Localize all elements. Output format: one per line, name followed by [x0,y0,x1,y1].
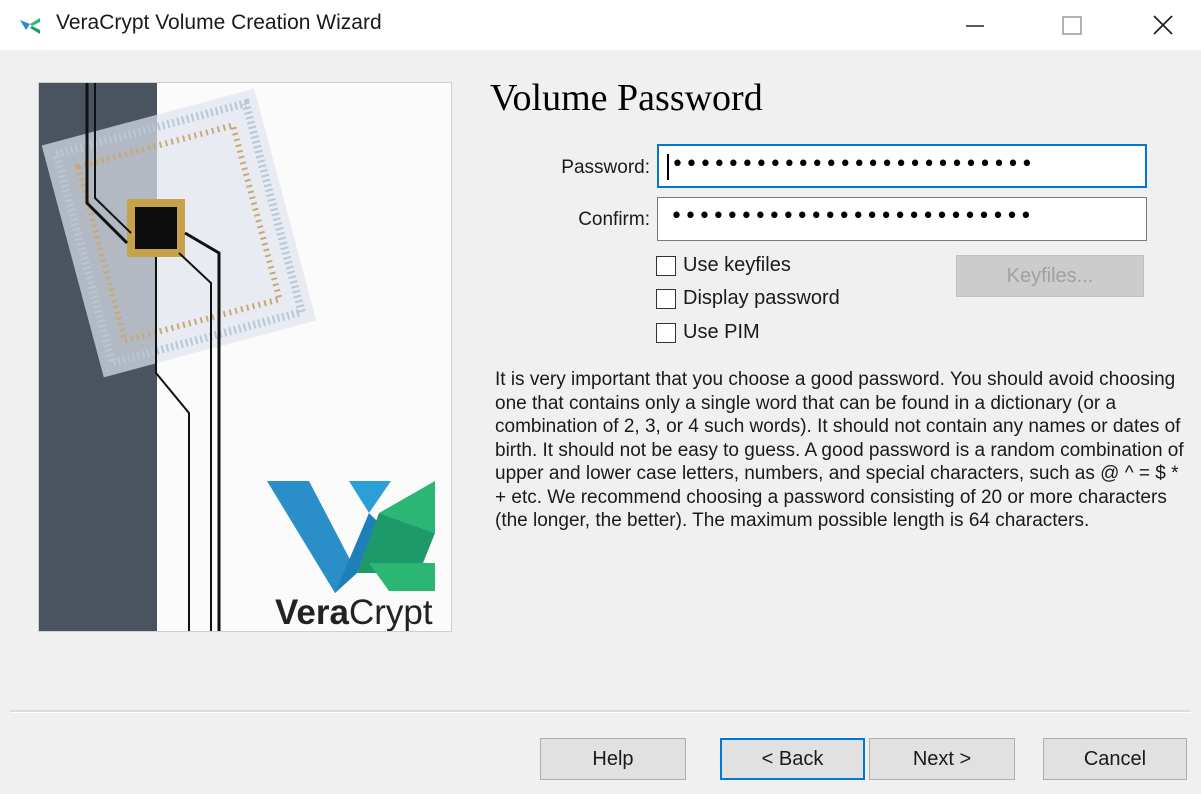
maximize-icon [1062,16,1082,35]
help-button[interactable]: Help [540,738,686,780]
password-advice-text: It is very important that you choose a g… [495,369,1184,531]
wizard-side-image: VeraCrypt [38,82,452,632]
password-input[interactable]: •••••••••••••••••••••••••• [657,144,1147,188]
checkbox-label: Display password [683,287,840,309]
window-title: VeraCrypt Volume Creation Wizard [56,11,382,34]
footer-divider [10,710,1191,713]
close-icon [1153,15,1173,35]
veracrypt-logo-text: VeraCrypt [275,593,433,632]
title-bar: VeraCrypt Volume Creation Wizard [0,0,1201,50]
use-pim-checkbox[interactable]: Use PIM [656,321,760,344]
chip-illustration [39,83,435,631]
minimize-button[interactable] [945,0,1005,50]
maximize-button[interactable] [1042,0,1102,50]
checkbox-box[interactable] [656,322,676,343]
display-password-checkbox[interactable]: Display password [656,287,840,310]
confirm-password-input[interactable]: •••••••••••••••••••••••••• [657,197,1147,241]
back-button[interactable]: < Back [720,738,865,780]
confirm-label: Confirm: [578,209,650,230]
veracrypt-app-icon [20,18,40,34]
password-label: Password: [561,157,650,178]
close-button[interactable] [1133,0,1193,50]
checkbox-label: Use keyfiles [683,254,791,276]
use-keyfiles-checkbox[interactable]: Use keyfiles [656,254,791,277]
confirm-value: •••••••••••••••••••••••••• [670,204,1034,229]
checkbox-box[interactable] [656,288,676,309]
checkbox-box[interactable] [656,255,676,276]
page-title: Volume Password [490,77,763,119]
cancel-button[interactable]: Cancel [1043,738,1187,780]
keyfiles-button[interactable]: Keyfiles... [956,255,1144,297]
checkbox-label: Use PIM [683,321,760,343]
text-caret [667,154,669,180]
minimize-icon [966,25,984,27]
next-button[interactable]: Next > [869,738,1015,780]
password-value: •••••••••••••••••••••••••• [671,152,1035,177]
